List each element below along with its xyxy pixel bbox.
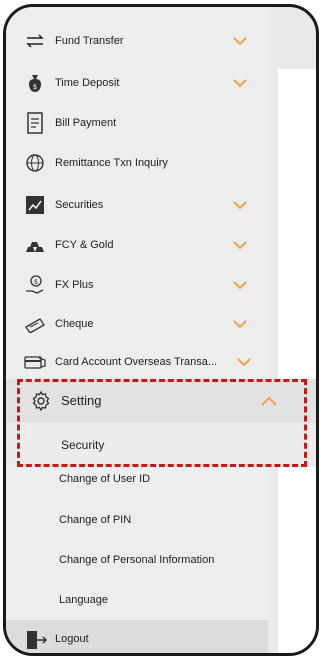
menu-item-logout[interactable]: Logout	[6, 620, 268, 653]
card-icon	[24, 351, 46, 373]
chevron-down-icon[interactable]	[232, 199, 248, 211]
menu-item-label: Time Deposit	[55, 77, 120, 89]
globe-icon	[24, 152, 46, 174]
chevron-down-icon[interactable]	[232, 318, 248, 330]
menu-item-remittance-inquiry[interactable]: Remittance Txn Inquiry	[6, 143, 268, 183]
chevron-down-icon[interactable]	[232, 35, 248, 47]
logout-icon	[26, 630, 48, 650]
menu-item-label: FX Plus	[55, 279, 94, 291]
submenu-item-change-user-id[interactable]: Change of User ID	[59, 473, 150, 485]
menu-item-label: Remittance Txn Inquiry	[55, 157, 168, 169]
chevron-down-icon[interactable]	[232, 279, 248, 291]
menu-item-label: Cheque	[55, 318, 94, 330]
svg-text:$: $	[34, 278, 38, 286]
menu-item-securities[interactable]: Securities	[6, 185, 268, 225]
submenu-item-language[interactable]: Language	[59, 594, 108, 606]
menu-item-fcy-gold[interactable]: FCY & Gold	[6, 225, 268, 265]
chevron-down-icon[interactable]	[236, 356, 252, 368]
cheque-icon	[24, 313, 46, 335]
transfer-arrows-icon	[24, 30, 46, 52]
menu-item-label: Bill Payment	[55, 117, 117, 129]
highlight-box	[17, 379, 307, 467]
gold-bars-icon	[24, 234, 46, 256]
money-bag-icon: $	[24, 72, 46, 94]
menu-item-cheque[interactable]: Cheque	[6, 304, 268, 344]
menu-item-label: Securities	[55, 199, 104, 211]
menu-item-bill-payment[interactable]: Bill Payment	[6, 103, 268, 143]
fx-hand-coin-icon: $	[24, 274, 46, 296]
menu-item-label: FCY & Gold	[55, 239, 114, 251]
phone-frame: Fund Transfer $ Time Deposit Bill Paymen…	[3, 4, 319, 656]
chevron-down-icon[interactable]	[232, 77, 248, 89]
submenu-item-change-pin[interactable]: Change of PIN	[59, 514, 131, 526]
menu-item-label: Card Account Overseas Transa...	[55, 356, 218, 368]
menu-item-fund-transfer[interactable]: Fund Transfer	[6, 21, 268, 61]
submenu-item-change-personal-information[interactable]: Change of Personal Information	[59, 554, 214, 566]
svg-text:$: $	[33, 83, 37, 91]
content-pane	[278, 69, 316, 653]
menu-item-label: Fund Transfer	[55, 35, 124, 47]
menu-item-fx-plus[interactable]: $ FX Plus	[6, 265, 268, 305]
menu-item-label: Logout	[55, 633, 89, 645]
menu-item-card-account-overseas[interactable]: Card Account Overseas Transa...	[6, 342, 268, 382]
menu-item-time-deposit[interactable]: $ Time Deposit	[6, 63, 268, 103]
bill-icon	[24, 112, 46, 134]
chevron-down-icon[interactable]	[232, 239, 248, 251]
securities-chart-icon	[24, 194, 46, 216]
